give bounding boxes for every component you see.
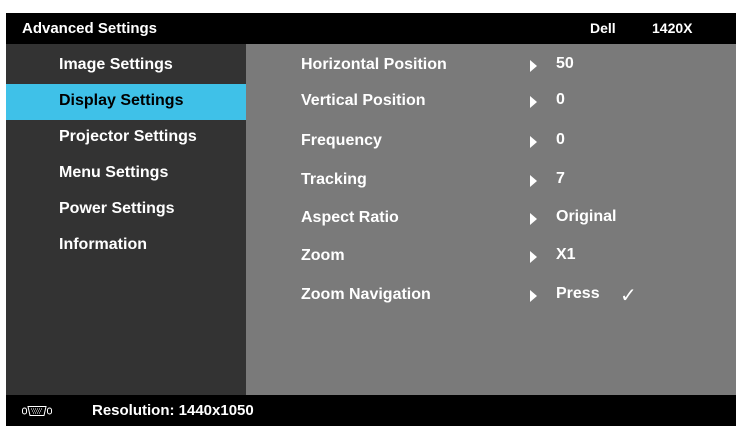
setting-label: Horizontal Position <box>301 56 447 73</box>
setting-value: 0 <box>556 91 565 108</box>
setting-row-aspect-ratio[interactable]: Aspect Ratio Original <box>246 200 736 236</box>
setting-row-horizontal-position[interactable]: Horizontal Position 50 <box>246 47 736 83</box>
sidebar-item-information[interactable]: Information <box>6 228 246 264</box>
sidebar-item-label: Information <box>59 236 147 253</box>
setting-label: Frequency <box>301 132 382 149</box>
arrow-right-icon <box>530 290 537 302</box>
sidebar-item-power-settings[interactable]: Power Settings <box>6 192 246 228</box>
sidebar-item-display-settings[interactable]: Display Settings <box>6 84 246 120</box>
sidebar-item-label: Projector Settings <box>59 128 197 145</box>
setting-label: Tracking <box>301 171 367 188</box>
setting-label: Zoom Navigation <box>301 286 431 303</box>
arrow-right-icon <box>530 136 537 148</box>
menu-title: Advanced Settings <box>22 20 158 37</box>
status-bar: Resolution: 1440x1050 <box>6 395 736 426</box>
sidebar-item-label: Display Settings <box>59 92 184 109</box>
setting-row-zoom-navigation[interactable]: Zoom Navigation Press ✓ <box>246 277 736 313</box>
brand-label: Dell <box>590 20 616 36</box>
sidebar-item-projector-settings[interactable]: Projector Settings <box>6 120 246 156</box>
resolution-readout: Resolution: 1440x1050 <box>92 402 254 419</box>
setting-row-zoom[interactable]: Zoom X1 <box>246 238 736 274</box>
setting-value: X1 <box>556 246 576 263</box>
osd-menu: Advanced Settings Dell 1420X Image Setti… <box>6 13 736 426</box>
settings-panel: Horizontal Position 50 Vertical Position… <box>246 44 736 395</box>
setting-value: Press <box>556 285 600 302</box>
sidebar-item-label: Image Settings <box>59 56 173 73</box>
checkmark-icon: ✓ <box>620 285 637 307</box>
model-label: 1420X <box>652 20 693 36</box>
setting-value: 0 <box>556 131 565 148</box>
sidebar-item-image-settings[interactable]: Image Settings <box>6 48 246 84</box>
header-bar: Advanced Settings Dell 1420X <box>6 13 736 44</box>
setting-value: Original <box>556 208 617 225</box>
setting-label: Vertical Position <box>301 92 426 109</box>
arrow-right-icon <box>530 251 537 263</box>
sidebar-item-menu-settings[interactable]: Menu Settings <box>6 156 246 192</box>
sidebar-item-label: Menu Settings <box>59 164 169 181</box>
setting-row-tracking[interactable]: Tracking 7 <box>246 162 736 198</box>
vga-connector-icon <box>22 406 52 416</box>
arrow-right-icon <box>530 213 537 225</box>
setting-row-vertical-position[interactable]: Vertical Position 0 <box>246 83 736 119</box>
arrow-right-icon <box>530 175 537 187</box>
setting-label: Aspect Ratio <box>301 209 399 226</box>
setting-value: 50 <box>556 55 574 72</box>
arrow-right-icon <box>530 96 537 108</box>
sidebar-item-label: Power Settings <box>59 200 175 217</box>
sidebar: Image Settings Display Settings Projecto… <box>6 44 246 395</box>
setting-label: Zoom <box>301 247 345 264</box>
arrow-right-icon <box>530 60 537 72</box>
setting-row-frequency[interactable]: Frequency 0 <box>246 123 736 159</box>
setting-value: 7 <box>556 170 565 187</box>
